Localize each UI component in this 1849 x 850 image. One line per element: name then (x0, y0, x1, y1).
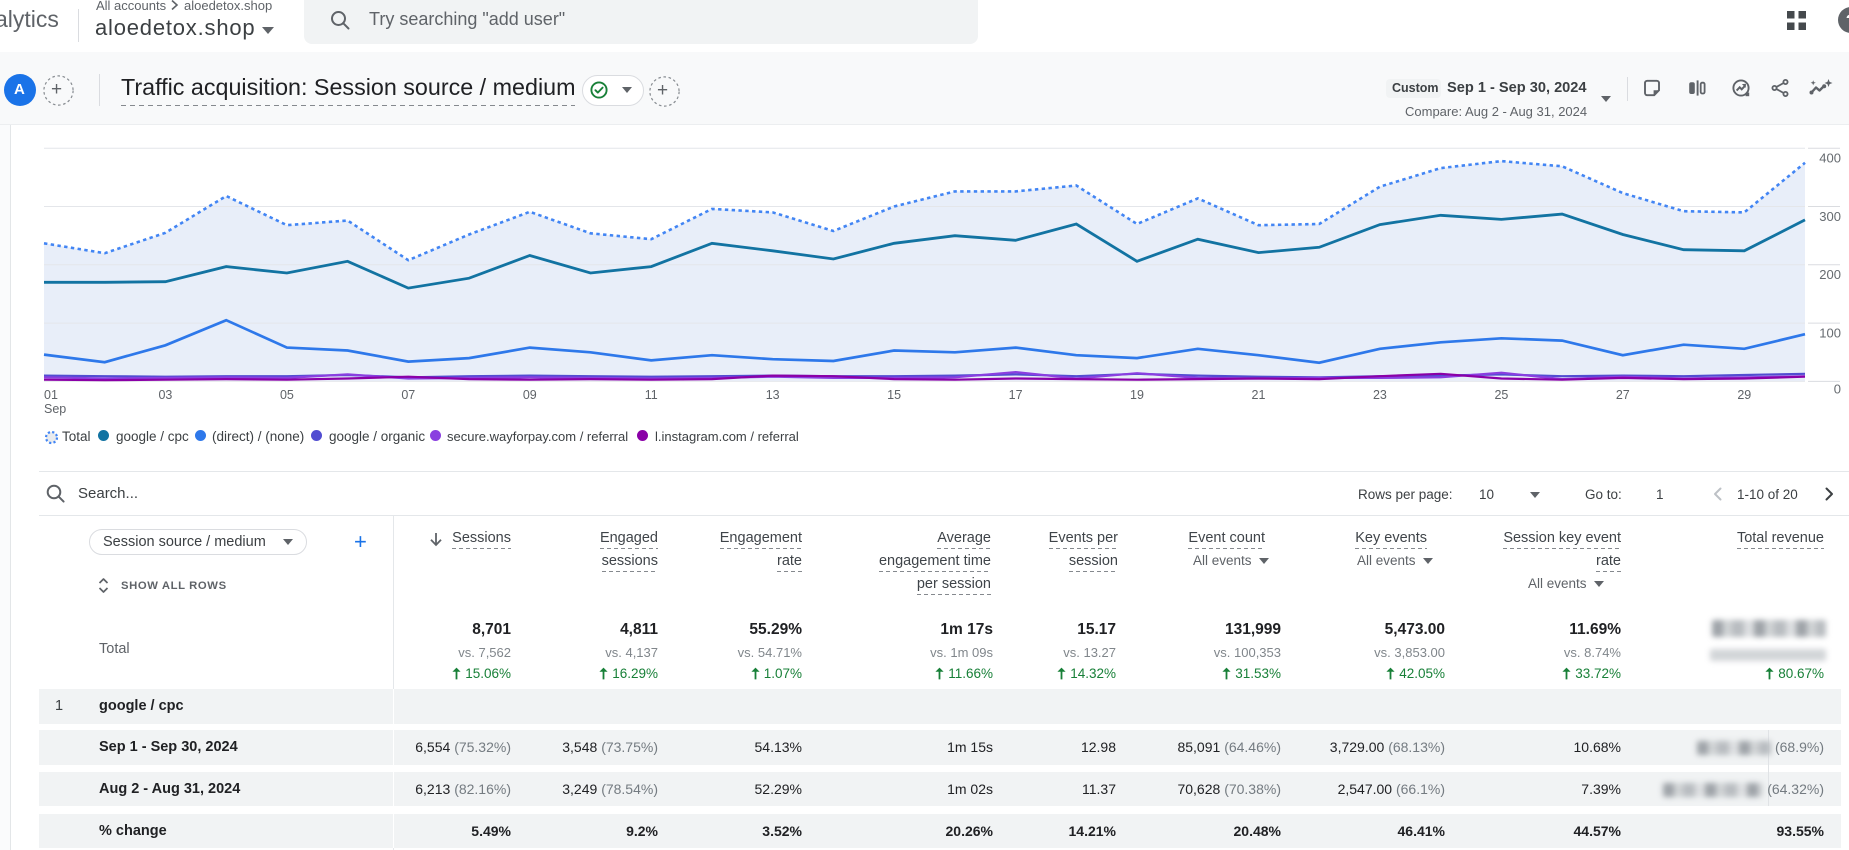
svg-text:27: 27 (1616, 388, 1630, 402)
svg-text:400: 400 (1819, 151, 1841, 166)
svg-text:29: 29 (1737, 388, 1751, 402)
svg-text:23: 23 (1373, 388, 1387, 402)
svg-text:Sep: Sep (44, 402, 66, 416)
svg-text:05: 05 (280, 388, 294, 402)
svg-text:21: 21 (1252, 388, 1266, 402)
svg-text:0: 0 (1834, 381, 1841, 396)
svg-text:03: 03 (158, 388, 172, 402)
svg-text:19: 19 (1130, 388, 1144, 402)
svg-text:13: 13 (766, 388, 780, 402)
svg-text:15: 15 (887, 388, 901, 402)
svg-text:11: 11 (645, 388, 658, 402)
svg-text:300: 300 (1819, 209, 1841, 224)
svg-text:100: 100 (1819, 326, 1841, 341)
svg-text:200: 200 (1819, 267, 1841, 282)
svg-text:25: 25 (1494, 388, 1508, 402)
svg-text:17: 17 (1009, 388, 1023, 402)
svg-text:01: 01 (44, 388, 58, 402)
svg-text:09: 09 (523, 388, 537, 402)
svg-text:07: 07 (401, 388, 415, 402)
